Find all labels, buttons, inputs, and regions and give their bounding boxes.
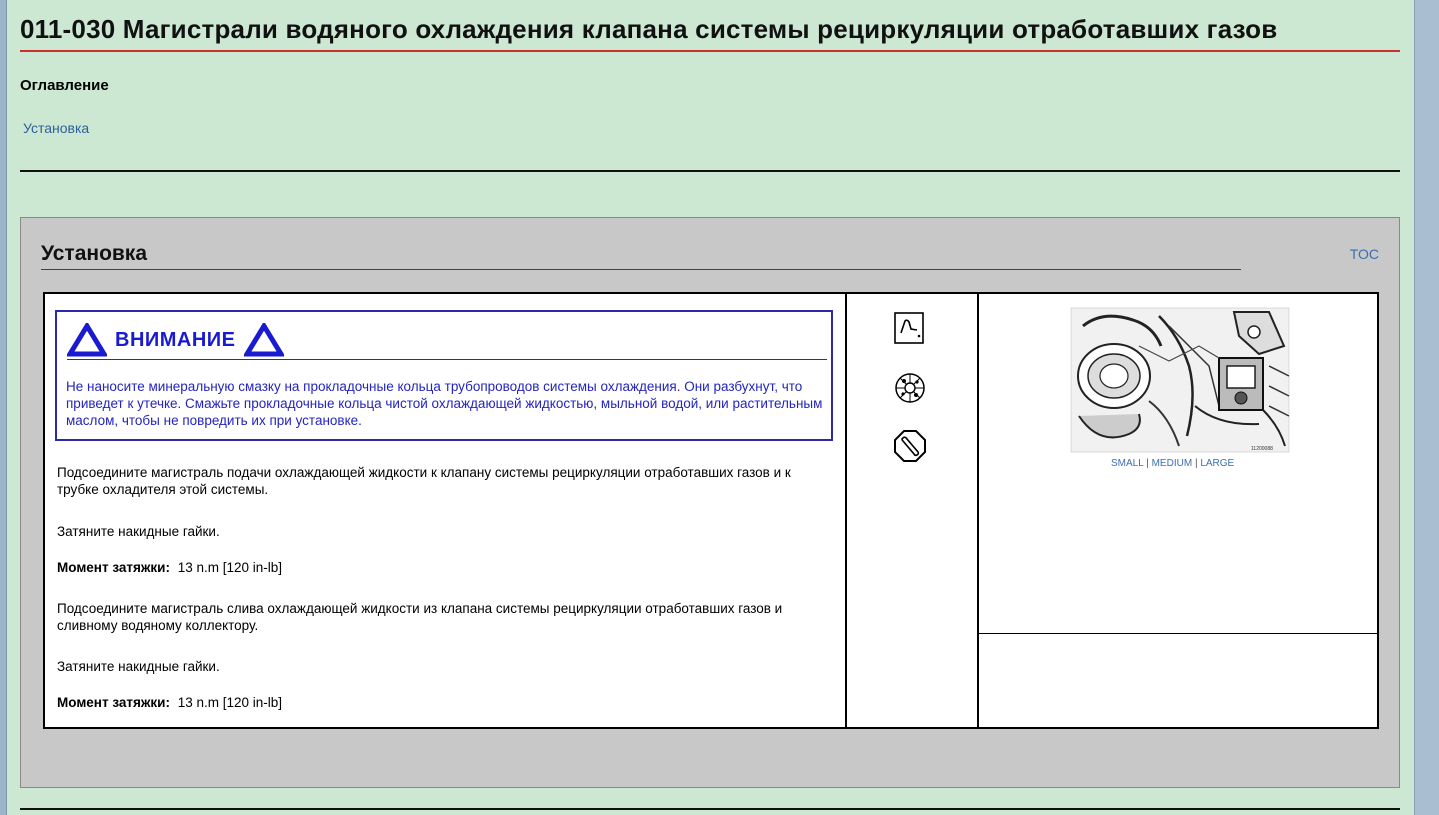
torque-spec: Момент затяжки: 13 n.m [120 in-lb] — [57, 694, 817, 711]
column-divider — [977, 294, 979, 727]
toc-return-link[interactable]: TOC — [1350, 246, 1379, 262]
warning-title: ВНИМАНИЕ — [115, 328, 236, 351]
toc-heading: Оглавление — [20, 77, 109, 94]
warning-header: ВНИМАНИЕ — [67, 322, 284, 358]
image-size-large-link[interactable]: LARGE — [1200, 458, 1234, 469]
separator: | — [1146, 458, 1149, 469]
warning-divider — [67, 359, 827, 360]
torque-label: Момент затяжки: — [57, 560, 170, 575]
toc-link-installation[interactable]: Установка — [23, 120, 89, 136]
step-tighten-nuts: Затяните накидные гайки. — [57, 659, 220, 674]
column-divider — [845, 294, 847, 727]
torque-label: Момент затяжки: — [57, 695, 170, 710]
section-title-underline — [41, 269, 1241, 270]
step-tighten-nuts: Затяните накидные гайки. — [57, 524, 220, 539]
image-size-medium-link[interactable]: MEDIUM — [1152, 458, 1193, 469]
section-title: Установка — [41, 242, 147, 265]
torque-spec: Момент затяжки: 13 n.m [120 in-lb] — [57, 559, 817, 576]
image-cell-divider — [978, 633, 1379, 634]
image-size-links: SMALL | MEDIUM | LARGE — [1111, 458, 1234, 469]
warning-box: ВНИМАНИЕ Не наносите минеральную смазку … — [55, 310, 833, 441]
engine-diagram-image[interactable]: 11200088 — [1069, 306, 1291, 454]
scrollbar-track[interactable] — [1414, 0, 1439, 815]
section-installation: Установка TOC ВНИМАНИЕ Не наносите минер… — [20, 217, 1400, 788]
toc-divider — [20, 170, 1400, 172]
step-connect-supply: Подсоедините магистраль подачи охлаждающ… — [57, 465, 791, 497]
warning-triangle-icon — [243, 323, 284, 357]
wrench-tool-icon — [893, 311, 925, 345]
torque-wrench-icon — [893, 429, 926, 463]
image-code: 11200088 — [1251, 446, 1273, 452]
page-title: 011-030 Магистрали водяного охлаждения к… — [20, 14, 1278, 44]
torque-value: 13 n.m [120 in-lb] — [177, 695, 283, 710]
title-divider — [20, 50, 1400, 52]
image-size-small-link[interactable]: SMALL — [1111, 458, 1143, 469]
bottom-divider — [20, 808, 1400, 810]
separator: | — [1194, 458, 1198, 469]
warning-triangle-icon — [67, 323, 107, 357]
step-connect-drain: Подсоедините магистраль слива охлаждающе… — [57, 601, 783, 633]
torque-value: 13 n.m [120 in-lb] — [177, 560, 283, 575]
warning-text: Не наносите минеральную смазку на прокла… — [66, 379, 823, 428]
procedure-table: ВНИМАНИЕ Не наносите минеральную смазку … — [43, 292, 1379, 729]
o-ring-lubrication-icon — [893, 371, 925, 405]
window-left-border — [0, 0, 7, 815]
